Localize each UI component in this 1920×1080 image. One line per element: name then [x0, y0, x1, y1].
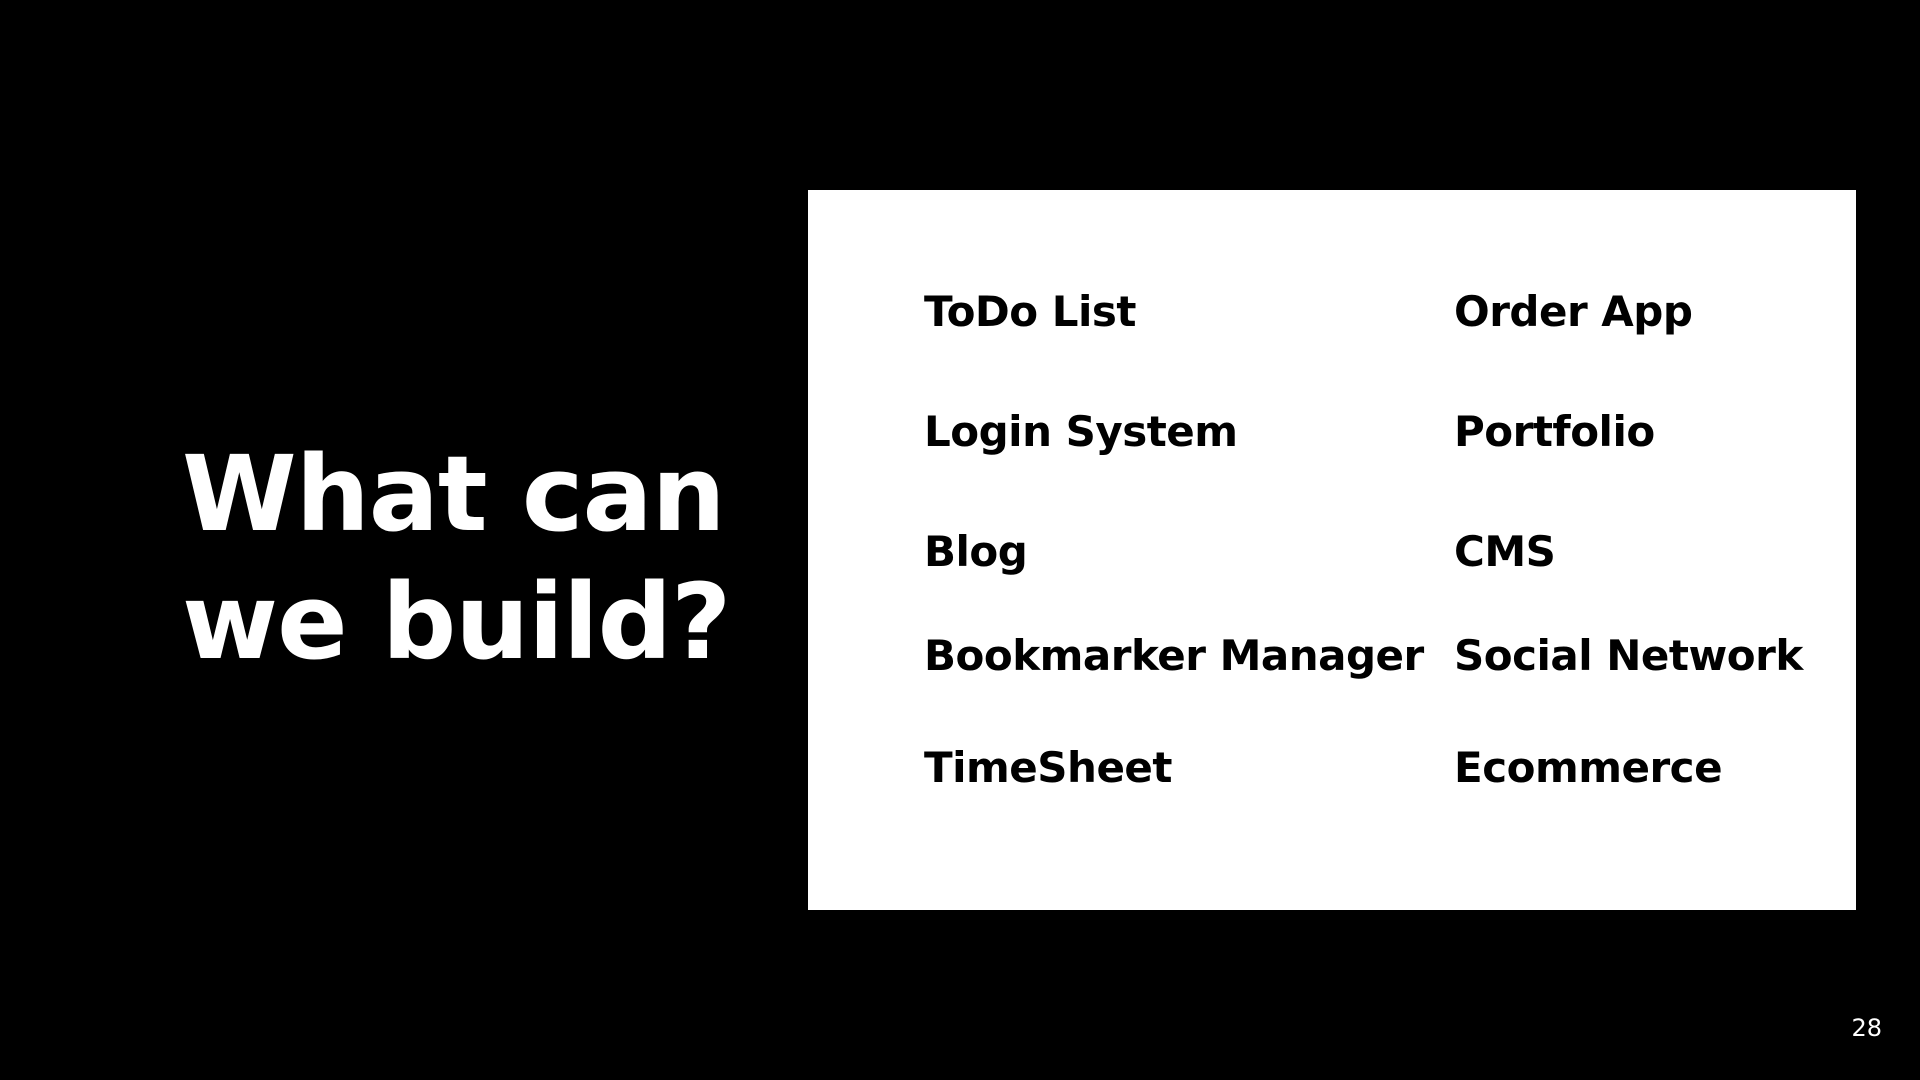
- slide-page-number: 28: [1851, 1014, 1882, 1042]
- project-ideas-box: ToDo List Order App Login System Portfol…: [808, 190, 1856, 910]
- project-item-portfolio: Portfolio: [1454, 407, 1655, 456]
- project-item-order-app: Order App: [1454, 287, 1693, 336]
- project-item-blog: Blog: [924, 527, 1028, 576]
- slide-title-line-2: we build?: [182, 561, 731, 683]
- project-item-bookmarker-manager: Bookmarker Manager: [924, 631, 1424, 680]
- project-item-timesheet: TimeSheet: [924, 743, 1173, 792]
- slide-title: What can we build?: [182, 430, 731, 686]
- project-item-login-system: Login System: [924, 407, 1238, 456]
- project-item-social-network: Social Network: [1454, 631, 1803, 680]
- presentation-slide: What can we build? ToDo List Order App L…: [0, 0, 1920, 1080]
- project-item-ecommerce: Ecommerce: [1454, 743, 1723, 792]
- project-item-cms: CMS: [1454, 527, 1556, 576]
- slide-title-line-1: What can: [182, 433, 726, 555]
- project-item-todo-list: ToDo List: [924, 287, 1137, 336]
